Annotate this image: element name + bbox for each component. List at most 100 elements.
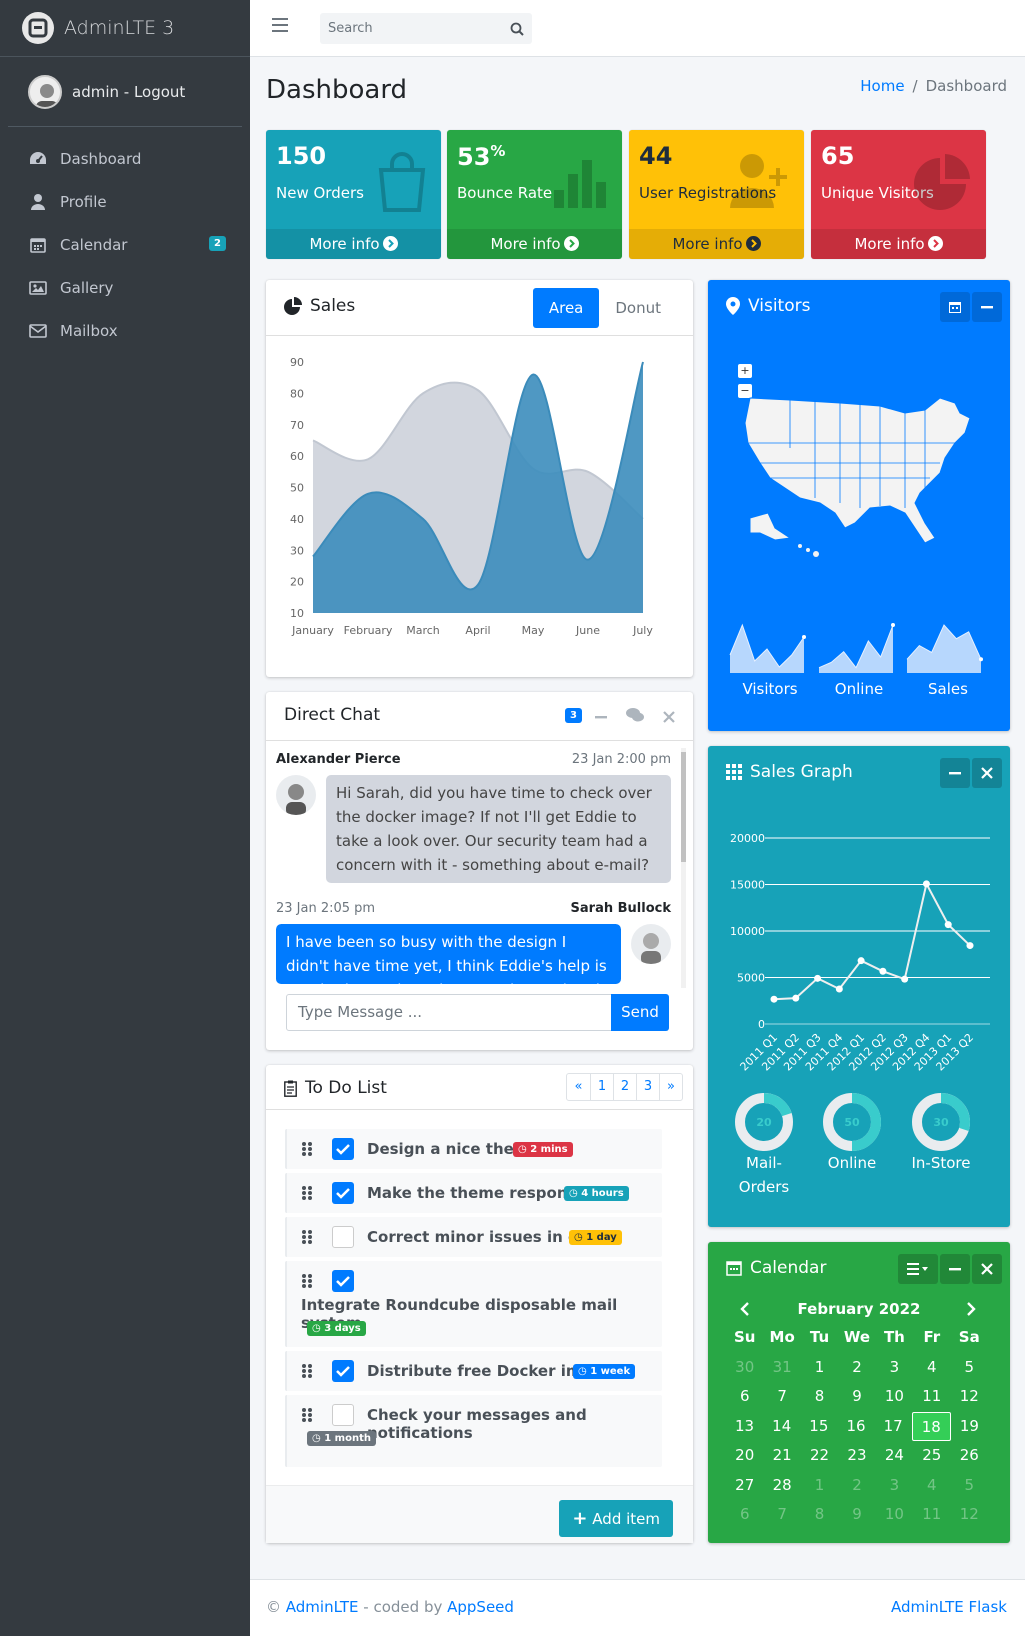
user-logout-link[interactable]: admin - Logout: [72, 83, 185, 101]
search-input[interactable]: Search: [320, 21, 502, 36]
todo-item[interactable]: Make the theme responsive ◷ 4 hours: [285, 1173, 662, 1213]
calendar-day[interactable]: 1: [801, 1471, 838, 1501]
calendar-day[interactable]: 24: [876, 1441, 913, 1471]
todo-item[interactable]: Check your messages and notifications ◷ …: [285, 1395, 662, 1467]
drag-handle-icon[interactable]: [301, 1141, 313, 1157]
close-icon[interactable]: [663, 709, 675, 727]
todo-item[interactable]: Design a nice theme ◷ 2 mins: [285, 1129, 662, 1169]
calendar-day[interactable]: 6: [726, 1500, 763, 1530]
todo-item[interactable]: Integrate Roundcube disposable mail syst…: [285, 1261, 662, 1347]
page-link-3[interactable]: 3: [636, 1074, 659, 1100]
sidebar-item-calendar[interactable]: Calendar 2: [8, 223, 242, 266]
drag-handle-icon[interactable]: [301, 1407, 313, 1423]
calendar-day[interactable]: 25: [913, 1441, 950, 1471]
calendar-day[interactable]: 10: [876, 1382, 913, 1412]
todo-checkbox[interactable]: [332, 1226, 354, 1248]
todo-item[interactable]: Distribute free Docker image ◷ 1 week: [285, 1351, 662, 1391]
calendar-day[interactable]: 13: [726, 1412, 763, 1442]
brand-link[interactable]: AdminLTE 3: [0, 0, 250, 57]
add-item-button[interactable]: + Add item: [559, 1500, 673, 1537]
menu-toggle-icon[interactable]: [272, 18, 288, 32]
calendar-day[interactable]: 18: [911, 1411, 951, 1441]
drag-handle-icon[interactable]: [301, 1363, 313, 1379]
drag-handle-icon[interactable]: [301, 1229, 313, 1245]
calendar-day[interactable]: 11: [913, 1500, 950, 1530]
more-info-link[interactable]: More info: [266, 229, 441, 259]
calendar-day[interactable]: 8: [801, 1500, 838, 1530]
sidebar-item-gallery[interactable]: Gallery: [8, 266, 242, 309]
calendar-day[interactable]: 9: [838, 1382, 875, 1412]
comments-icon[interactable]: [626, 708, 644, 726]
calendar-day[interactable]: 3: [876, 1471, 913, 1501]
calendar-day[interactable]: 23: [838, 1441, 875, 1471]
collapse-button[interactable]: [940, 758, 970, 788]
calendar-day[interactable]: 7: [763, 1382, 800, 1412]
calendar-day[interactable]: 2: [838, 1471, 875, 1501]
calendar-day[interactable]: 10: [876, 1500, 913, 1530]
todo-item[interactable]: Correct minor issues in code ◷ 1 day: [285, 1217, 662, 1257]
remove-button[interactable]: [972, 758, 1002, 788]
drag-handle-icon[interactable]: [301, 1185, 313, 1201]
calendar-day[interactable]: 22: [801, 1441, 838, 1471]
todo-checkbox[interactable]: [332, 1182, 354, 1204]
todo-checkbox[interactable]: [332, 1138, 354, 1160]
calendar-day[interactable]: 2: [838, 1353, 875, 1383]
breadcrumb-home-link[interactable]: Home: [860, 77, 904, 95]
calendar-day[interactable]: 14: [763, 1412, 800, 1442]
page-next-link[interactable]: »: [659, 1074, 682, 1100]
tab-area[interactable]: Area: [532, 288, 600, 328]
calendar-day[interactable]: 5: [951, 1471, 988, 1501]
calendar-day[interactable]: 20: [726, 1441, 763, 1471]
calendar-day[interactable]: 12: [951, 1500, 988, 1530]
calendar-day[interactable]: 4: [913, 1353, 950, 1383]
date-range-button[interactable]: [940, 292, 970, 322]
collapse-button[interactable]: [972, 292, 1002, 322]
footer-brand-link[interactable]: AdminLTE: [286, 1598, 359, 1616]
calendar-day[interactable]: 15: [800, 1412, 837, 1442]
page-link-1[interactable]: 1: [590, 1074, 613, 1100]
search-icon[interactable]: [502, 22, 532, 36]
todo-checkbox[interactable]: [332, 1404, 354, 1426]
calendar-day[interactable]: 7: [763, 1500, 800, 1530]
footer-author-link[interactable]: AppSeed: [447, 1598, 514, 1616]
map-zoom-in-button[interactable]: +: [738, 364, 752, 378]
calendar-day[interactable]: 1: [801, 1353, 838, 1383]
calendar-day[interactable]: 9: [838, 1500, 875, 1530]
more-info-link[interactable]: More info: [447, 229, 622, 259]
calendar-day[interactable]: 16: [837, 1412, 874, 1442]
sidebar-item-dashboard[interactable]: Dashboard: [8, 137, 242, 180]
sidebar-item-profile[interactable]: Profile: [8, 180, 242, 223]
calendar-day[interactable]: 30: [726, 1353, 763, 1383]
calendar-day[interactable]: 6: [726, 1382, 763, 1412]
more-info-link[interactable]: More info: [629, 229, 804, 259]
page-prev-link[interactable]: «: [567, 1074, 590, 1100]
calendar-day[interactable]: 21: [763, 1441, 800, 1471]
chat-message-input[interactable]: Type Message ...: [286, 994, 612, 1031]
calendar-day[interactable]: 5: [951, 1353, 988, 1383]
todo-checkbox[interactable]: [332, 1270, 354, 1292]
chevron-right-icon[interactable]: [966, 1302, 976, 1320]
todo-checkbox[interactable]: [332, 1360, 354, 1382]
sidebar-item-mailbox[interactable]: Mailbox: [8, 309, 242, 352]
chat-send-button[interactable]: Send: [611, 994, 669, 1031]
calendar-day[interactable]: 12: [951, 1382, 988, 1412]
user-panel[interactable]: admin - Logout: [8, 57, 242, 127]
chat-scrollbar[interactable]: [681, 748, 686, 988]
collapse-button[interactable]: [940, 1254, 970, 1284]
calendar-day[interactable]: 8: [801, 1382, 838, 1412]
drag-handle-icon[interactable]: [301, 1273, 313, 1289]
minus-icon[interactable]: [595, 709, 607, 727]
calendar-day[interactable]: 11: [913, 1382, 950, 1412]
page-link-2[interactable]: 2: [613, 1074, 636, 1100]
calendar-day[interactable]: 26: [951, 1441, 988, 1471]
more-info-link[interactable]: More info: [811, 229, 986, 259]
calendar-day[interactable]: 3: [876, 1353, 913, 1383]
calendar-day[interactable]: 4: [913, 1471, 950, 1501]
calendar-day[interactable]: 17: [875, 1412, 912, 1442]
remove-button[interactable]: [972, 1254, 1002, 1284]
footer-product-link[interactable]: AdminLTE Flask: [891, 1598, 1007, 1616]
calendar-day[interactable]: 28: [763, 1471, 800, 1501]
calendar-day[interactable]: 19: [951, 1412, 988, 1442]
calendar-menu-button[interactable]: [898, 1254, 938, 1284]
calendar-day[interactable]: 27: [726, 1471, 763, 1501]
